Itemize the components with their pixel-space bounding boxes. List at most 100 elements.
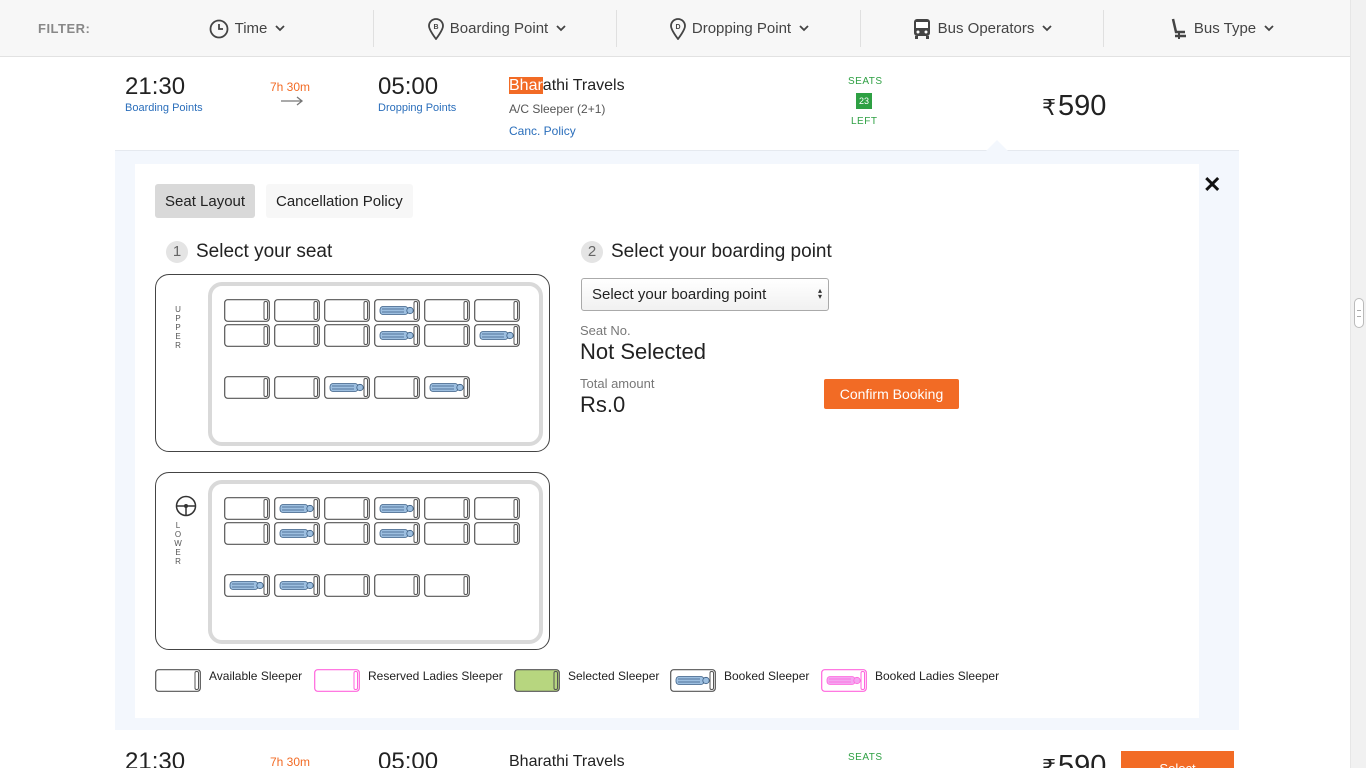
total-amount-label: Total amount (580, 376, 655, 391)
available-sleeper-berth[interactable] (424, 574, 470, 597)
filter-dropping-point-label: Dropping Point (691, 20, 792, 37)
booked-sleeper-berth (424, 376, 470, 399)
filter-boarding-point-label: Boarding Point (449, 20, 549, 37)
chevron-down-icon (799, 25, 809, 32)
chevron-down-icon (275, 25, 286, 32)
chevron-down-icon (556, 25, 566, 32)
map-pin-d-icon: D (669, 17, 686, 40)
legend-label: Selected Sleeper (568, 668, 660, 683)
departure-time: 21:30 (125, 73, 186, 100)
booked-sleeper-berth (274, 522, 320, 545)
step-select-seat: 1 Select your seat (166, 241, 332, 263)
filter-label: FILTER: (38, 21, 91, 36)
cancellation-policy-link[interactable]: Canc. Policy (509, 124, 576, 138)
step-title: Select your boarding point (611, 241, 832, 262)
available-sleeper-berth[interactable] (224, 376, 270, 399)
available-sleeper-berth[interactable] (424, 497, 470, 520)
confirm-booking-button[interactable]: Confirm Booking (824, 379, 959, 409)
legend-reserved-ladies: Reserved Ladies Sleeper (314, 669, 503, 692)
scrollbar-thumb[interactable] (1354, 298, 1364, 328)
operator-name: Bharathi Travels (509, 77, 625, 95)
dropping-points-link[interactable]: Dropping Points (378, 102, 456, 114)
available-sleeper-berth[interactable] (324, 299, 370, 322)
available-sleeper-berth[interactable] (424, 299, 470, 322)
select-arrows-icon: ▴ ▾ (817, 286, 822, 301)
available-sleeper-berth[interactable] (424, 522, 470, 545)
filter-bus-type[interactable]: Bus Type (1160, 0, 1290, 57)
legend-booked: Booked Sleeper (670, 669, 809, 692)
available-sleeper-berth[interactable] (324, 574, 370, 597)
lower-deck-label: LOWER (174, 521, 182, 566)
filter-boarding-point[interactable]: B Boarding Point (420, 0, 580, 57)
operator-name-highlight: Bhar (509, 77, 543, 94)
tab-seat-layout[interactable]: Seat Layout (155, 184, 256, 218)
booked-sleeper-berth (474, 324, 520, 347)
chevron-down-icon (1042, 25, 1052, 32)
seat-no-value: Not Selected (580, 339, 706, 364)
booked-sleeper-icon (670, 669, 720, 692)
filter-bar: FILTER: Time B Boarding Point D Dropping… (0, 0, 1350, 57)
legend-label: Reserved Ladies Sleeper (368, 668, 503, 683)
seats-label: SEATS (848, 752, 883, 763)
legend-available: Available Sleeper (155, 669, 302, 692)
available-sleeper-berth[interactable] (374, 574, 420, 597)
available-sleeper-berth[interactable] (224, 299, 270, 322)
tab-cancellation-policy[interactable]: Cancellation Policy (266, 184, 413, 218)
available-sleeper-berth[interactable] (274, 299, 320, 322)
step-select-boarding: 2 Select your boarding point (581, 241, 832, 263)
legend-label: Booked Sleeper (724, 668, 810, 683)
available-sleeper-berth[interactable] (374, 376, 420, 399)
available-sleeper-berth[interactable] (324, 522, 370, 545)
available-sleeper-berth[interactable] (224, 522, 270, 545)
booked-sleeper-berth (374, 522, 420, 545)
svg-text:D: D (675, 24, 680, 31)
filter-bus-operators[interactable]: Bus Operators (905, 0, 1065, 57)
panel-caret (986, 140, 1008, 151)
arrow-right-icon (281, 96, 304, 106)
operator-name: Bharathi Travels (509, 753, 625, 768)
departure-time: 21:30 (125, 748, 186, 768)
available-sleeper-berth[interactable] (474, 497, 520, 520)
available-sleeper-berth[interactable] (424, 324, 470, 347)
available-sleeper-berth[interactable] (274, 324, 320, 347)
fare-price: ₹590 (1042, 750, 1106, 768)
filter-time-label: Time (234, 20, 268, 37)
seats-label: SEATS (848, 76, 883, 87)
filter-time[interactable]: Time (190, 0, 310, 57)
rupee-icon: ₹ (1042, 755, 1056, 768)
seat-icon (1171, 18, 1186, 39)
fare-amount: 590 (1058, 90, 1107, 122)
seats-count-badge: 23 (856, 93, 872, 109)
arrival-time: 05:00 (378, 73, 439, 100)
fare-amount: 590 (1058, 750, 1107, 768)
fare-price: ₹590 (1042, 90, 1106, 123)
available-sleeper-berth[interactable] (324, 497, 370, 520)
select-bus-button[interactable]: Select (1121, 751, 1234, 768)
available-sleeper-berth[interactable] (474, 299, 520, 322)
booked-sleeper-berth (224, 574, 270, 597)
close-icon[interactable]: ✕ (1203, 174, 1221, 196)
legend-label: Available Sleeper (209, 668, 303, 683)
legend-booked-ladies: Booked Ladies Sleeper (821, 669, 999, 692)
available-sleeper-berth[interactable] (474, 522, 520, 545)
duration: 7h 30m (270, 755, 311, 768)
booked-sleeper-berth (324, 376, 370, 399)
total-amount-value: Rs.0 (580, 392, 626, 417)
boarding-points-link[interactable]: Boarding Points (125, 102, 203, 114)
available-sleeper-berth[interactable] (224, 497, 270, 520)
clock-icon (209, 19, 229, 38)
booked-sleeper-berth (374, 299, 420, 322)
booked-ladies-sleeper-icon (821, 669, 871, 692)
upper-deck-label: UPPER (175, 305, 181, 350)
boarding-point-select[interactable]: Select your boarding point ▴ ▾ (581, 278, 829, 311)
available-sleeper-icon (155, 669, 205, 692)
available-sleeper-berth[interactable] (224, 324, 270, 347)
available-sleeper-berth[interactable] (324, 324, 370, 347)
filter-dropping-point[interactable]: D Dropping Point (660, 0, 825, 57)
available-sleeper-berth[interactable] (274, 376, 320, 399)
page-scrollbar[interactable] (1350, 0, 1366, 768)
booked-sleeper-berth (274, 497, 320, 520)
step-number: 2 (581, 241, 603, 263)
arrival-time: 05:00 (378, 748, 439, 768)
filter-bus-operators-label: Bus Operators (937, 20, 1035, 37)
